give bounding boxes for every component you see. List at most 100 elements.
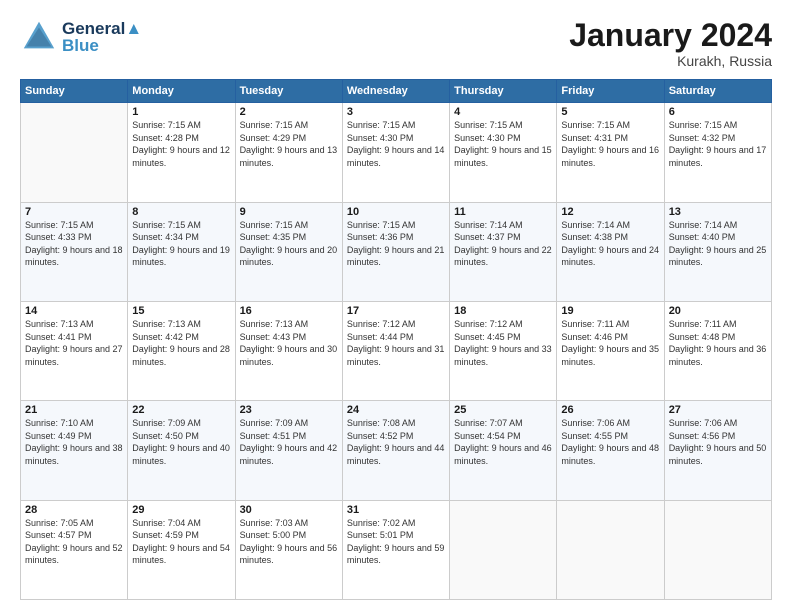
day-number: 7 <box>25 206 123 218</box>
cell-content: Sunrise: 7:14 AMSunset: 4:38 PMDaylight:… <box>561 219 659 269</box>
day-number: 19 <box>561 305 659 317</box>
table-cell: 13Sunrise: 7:14 AMSunset: 4:40 PMDayligh… <box>664 202 771 301</box>
title-block: January 2024 Kurakh, Russia <box>569 18 772 69</box>
day-number: 5 <box>561 106 659 118</box>
cell-content: Sunrise: 7:10 AMSunset: 4:49 PMDaylight:… <box>25 417 123 467</box>
logo-name: General▲ Blue <box>62 20 142 54</box>
cell-content: Sunrise: 7:05 AMSunset: 4:57 PMDaylight:… <box>25 517 123 567</box>
cell-content: Sunrise: 7:15 AMSunset: 4:35 PMDaylight:… <box>240 219 338 269</box>
table-cell <box>557 500 664 599</box>
day-number: 29 <box>132 504 230 516</box>
cell-content: Sunrise: 7:13 AMSunset: 4:42 PMDaylight:… <box>132 318 230 368</box>
table-cell: 14Sunrise: 7:13 AMSunset: 4:41 PMDayligh… <box>21 301 128 400</box>
table-cell: 10Sunrise: 7:15 AMSunset: 4:36 PMDayligh… <box>342 202 449 301</box>
week-row-2: 7Sunrise: 7:15 AMSunset: 4:33 PMDaylight… <box>21 202 772 301</box>
table-cell: 23Sunrise: 7:09 AMSunset: 4:51 PMDayligh… <box>235 401 342 500</box>
day-number: 4 <box>454 106 552 118</box>
table-cell: 19Sunrise: 7:11 AMSunset: 4:46 PMDayligh… <box>557 301 664 400</box>
table-cell: 8Sunrise: 7:15 AMSunset: 4:34 PMDaylight… <box>128 202 235 301</box>
day-number: 13 <box>669 206 767 218</box>
table-cell: 2Sunrise: 7:15 AMSunset: 4:29 PMDaylight… <box>235 103 342 202</box>
table-cell: 17Sunrise: 7:12 AMSunset: 4:44 PMDayligh… <box>342 301 449 400</box>
col-sunday: Sunday <box>21 80 128 103</box>
col-friday: Friday <box>557 80 664 103</box>
cell-content: Sunrise: 7:15 AMSunset: 4:36 PMDaylight:… <box>347 219 445 269</box>
day-number: 18 <box>454 305 552 317</box>
day-number: 25 <box>454 404 552 416</box>
cell-content: Sunrise: 7:09 AMSunset: 4:51 PMDaylight:… <box>240 417 338 467</box>
day-number: 12 <box>561 206 659 218</box>
week-row-1: 1Sunrise: 7:15 AMSunset: 4:28 PMDaylight… <box>21 103 772 202</box>
cell-content: Sunrise: 7:06 AMSunset: 4:56 PMDaylight:… <box>669 417 767 467</box>
cell-content: Sunrise: 7:15 AMSunset: 4:33 PMDaylight:… <box>25 219 123 269</box>
table-cell: 18Sunrise: 7:12 AMSunset: 4:45 PMDayligh… <box>450 301 557 400</box>
header: General▲ Blue January 2024 Kurakh, Russi… <box>20 18 772 69</box>
cell-content: Sunrise: 7:12 AMSunset: 4:44 PMDaylight:… <box>347 318 445 368</box>
col-wednesday: Wednesday <box>342 80 449 103</box>
day-number: 24 <box>347 404 445 416</box>
table-cell: 15Sunrise: 7:13 AMSunset: 4:42 PMDayligh… <box>128 301 235 400</box>
table-cell: 30Sunrise: 7:03 AMSunset: 5:00 PMDayligh… <box>235 500 342 599</box>
week-row-3: 14Sunrise: 7:13 AMSunset: 4:41 PMDayligh… <box>21 301 772 400</box>
day-number: 14 <box>25 305 123 317</box>
cell-content: Sunrise: 7:15 AMSunset: 4:31 PMDaylight:… <box>561 119 659 169</box>
table-cell: 22Sunrise: 7:09 AMSunset: 4:50 PMDayligh… <box>128 401 235 500</box>
table-cell: 12Sunrise: 7:14 AMSunset: 4:38 PMDayligh… <box>557 202 664 301</box>
location: Kurakh, Russia <box>569 53 772 69</box>
cell-content: Sunrise: 7:06 AMSunset: 4:55 PMDaylight:… <box>561 417 659 467</box>
month-title: January 2024 <box>569 18 772 53</box>
cell-content: Sunrise: 7:08 AMSunset: 4:52 PMDaylight:… <box>347 417 445 467</box>
day-number: 17 <box>347 305 445 317</box>
day-number: 3 <box>347 106 445 118</box>
col-tuesday: Tuesday <box>235 80 342 103</box>
cell-content: Sunrise: 7:09 AMSunset: 4:50 PMDaylight:… <box>132 417 230 467</box>
day-number: 16 <box>240 305 338 317</box>
day-number: 1 <box>132 106 230 118</box>
cell-content: Sunrise: 7:13 AMSunset: 4:41 PMDaylight:… <box>25 318 123 368</box>
logo-icon <box>20 18 58 56</box>
cell-content: Sunrise: 7:13 AMSunset: 4:43 PMDaylight:… <box>240 318 338 368</box>
table-cell: 9Sunrise: 7:15 AMSunset: 4:35 PMDaylight… <box>235 202 342 301</box>
logo: General▲ Blue <box>20 18 142 56</box>
day-number: 6 <box>669 106 767 118</box>
table-cell <box>450 500 557 599</box>
logo-bottom: Blue <box>62 37 142 54</box>
table-cell: 4Sunrise: 7:15 AMSunset: 4:30 PMDaylight… <box>450 103 557 202</box>
table-cell: 24Sunrise: 7:08 AMSunset: 4:52 PMDayligh… <box>342 401 449 500</box>
table-cell <box>21 103 128 202</box>
table-cell: 27Sunrise: 7:06 AMSunset: 4:56 PMDayligh… <box>664 401 771 500</box>
cell-content: Sunrise: 7:04 AMSunset: 4:59 PMDaylight:… <box>132 517 230 567</box>
day-number: 10 <box>347 206 445 218</box>
day-number: 20 <box>669 305 767 317</box>
cell-content: Sunrise: 7:14 AMSunset: 4:40 PMDaylight:… <box>669 219 767 269</box>
day-number: 31 <box>347 504 445 516</box>
cell-content: Sunrise: 7:15 AMSunset: 4:34 PMDaylight:… <box>132 219 230 269</box>
table-cell: 6Sunrise: 7:15 AMSunset: 4:32 PMDaylight… <box>664 103 771 202</box>
table-cell: 11Sunrise: 7:14 AMSunset: 4:37 PMDayligh… <box>450 202 557 301</box>
cell-content: Sunrise: 7:02 AMSunset: 5:01 PMDaylight:… <box>347 517 445 567</box>
table-cell: 26Sunrise: 7:06 AMSunset: 4:55 PMDayligh… <box>557 401 664 500</box>
cell-content: Sunrise: 7:03 AMSunset: 5:00 PMDaylight:… <box>240 517 338 567</box>
calendar-header-row: Sunday Monday Tuesday Wednesday Thursday… <box>21 80 772 103</box>
day-number: 23 <box>240 404 338 416</box>
cell-content: Sunrise: 7:07 AMSunset: 4:54 PMDaylight:… <box>454 417 552 467</box>
col-saturday: Saturday <box>664 80 771 103</box>
day-number: 8 <box>132 206 230 218</box>
table-cell: 28Sunrise: 7:05 AMSunset: 4:57 PMDayligh… <box>21 500 128 599</box>
day-number: 21 <box>25 404 123 416</box>
week-row-5: 28Sunrise: 7:05 AMSunset: 4:57 PMDayligh… <box>21 500 772 599</box>
page: General▲ Blue January 2024 Kurakh, Russi… <box>0 0 792 612</box>
cell-content: Sunrise: 7:15 AMSunset: 4:30 PMDaylight:… <box>454 119 552 169</box>
table-cell: 3Sunrise: 7:15 AMSunset: 4:30 PMDaylight… <box>342 103 449 202</box>
day-number: 15 <box>132 305 230 317</box>
logo-top: General▲ <box>62 20 142 37</box>
table-cell: 5Sunrise: 7:15 AMSunset: 4:31 PMDaylight… <box>557 103 664 202</box>
cell-content: Sunrise: 7:11 AMSunset: 4:46 PMDaylight:… <box>561 318 659 368</box>
day-number: 30 <box>240 504 338 516</box>
week-row-4: 21Sunrise: 7:10 AMSunset: 4:49 PMDayligh… <box>21 401 772 500</box>
day-number: 28 <box>25 504 123 516</box>
cell-content: Sunrise: 7:15 AMSunset: 4:28 PMDaylight:… <box>132 119 230 169</box>
table-cell: 25Sunrise: 7:07 AMSunset: 4:54 PMDayligh… <box>450 401 557 500</box>
cell-content: Sunrise: 7:11 AMSunset: 4:48 PMDaylight:… <box>669 318 767 368</box>
day-number: 11 <box>454 206 552 218</box>
